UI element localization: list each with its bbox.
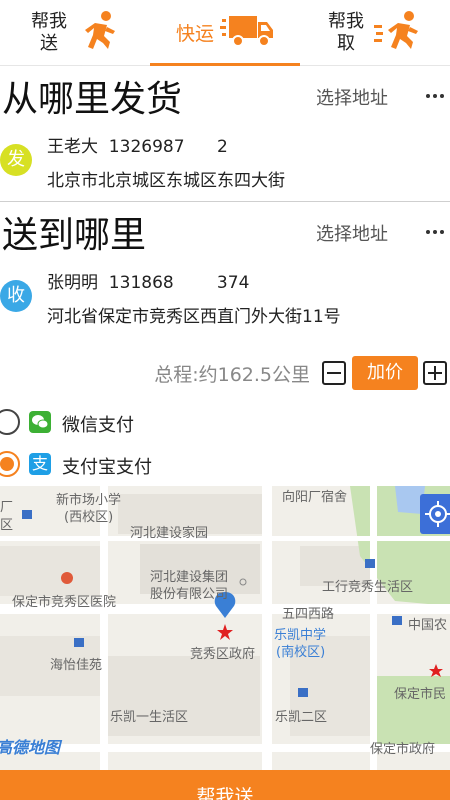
map-label: 海怡佳苑 (50, 658, 103, 673)
tab-express[interactable]: 快运 (150, 0, 300, 66)
destination-title: 送到哪里 (2, 215, 147, 256)
map-label: 中国农 (408, 618, 448, 633)
wechat-icon (29, 411, 51, 433)
payment-option-alipay[interactable]: 支 支付宝支付 (0, 447, 450, 481)
add-price-button[interactable]: 加价 (352, 356, 418, 390)
crosshair-icon (425, 501, 450, 527)
submit-button-label: 帮我送 (196, 786, 254, 800)
map-label: 乐凯一生活区 (110, 710, 189, 725)
tab-help-send[interactable]: 帮我送 (0, 0, 150, 65)
tab-express-label: 快运 (175, 23, 214, 45)
destination-header: 送到哪里 选择地址 (0, 204, 450, 256)
map-label: 五四西路 (282, 607, 335, 622)
truck-icon (220, 13, 274, 53)
origin-header: 从哪里发货 选择地址 (0, 68, 450, 120)
section-divider (0, 201, 450, 202)
alipay-icon: 支 (29, 453, 51, 475)
amap-logo: 高德地图 (0, 738, 61, 757)
map-label: 厂 (0, 500, 14, 515)
map-label: (西校区) (64, 510, 114, 525)
map-label: 区 (0, 518, 14, 533)
wechat-pay-label: 微信支付 (62, 415, 134, 436)
more-icon[interactable] (426, 230, 444, 236)
payment-option-wechat[interactable]: 微信支付 (0, 405, 450, 439)
more-icon[interactable] (426, 94, 444, 100)
destination-contact-name: 张明明 131868 374 (47, 273, 250, 293)
destination-contact[interactable]: 收 张明明 131868 374 河北省保定市竞秀区西直门外大街11号 (0, 268, 450, 338)
origin-contact-address: 北京市北京城区东城区东四大街 (47, 171, 285, 191)
map-label: 工行竞秀生活区 (322, 580, 414, 595)
tab-help-pickup[interactable]: 帮我取 (300, 0, 450, 65)
send-badge: 发 (0, 144, 32, 176)
origin-select-address-link[interactable]: 选择地址 (316, 84, 388, 110)
map-label: (南校区) (276, 645, 326, 660)
map-label: 向阳厂宿舍 (282, 490, 348, 505)
origin-contact-name: 王老大 1326987 2 (47, 137, 228, 157)
destination-select-address-link[interactable]: 选择地址 (316, 220, 388, 246)
alipay-radio[interactable] (0, 451, 20, 477)
origin-contact[interactable]: 发 王老大 1326987 2 北京市北京城区东城区东四大街 (0, 132, 450, 202)
running-man-icon (77, 9, 121, 57)
map-label: 乐凯二区 (275, 710, 328, 725)
tab-help-send-label: 帮我送 (31, 10, 67, 54)
route-map[interactable]: 向阳厂宿舍 新市场小学 (西校区) 厂 区 河北建设家园 河北建设集团 股份有限… (0, 486, 450, 770)
decrease-price-button[interactable] (322, 361, 346, 385)
distance-price-row: 总程:约162.5公里 加价 (0, 356, 450, 390)
total-distance: 总程:约162.5公里 (154, 364, 310, 386)
map-label: 保定市政府 (370, 742, 436, 757)
tab-help-pickup-label: 帮我取 (328, 10, 364, 54)
running-man-fast-icon (374, 9, 424, 57)
receive-badge: 收 (0, 280, 32, 312)
origin-title: 从哪里发货 (2, 79, 183, 120)
destination-contact-address: 河北省保定市竞秀区西直门外大街11号 (47, 307, 341, 327)
increase-price-button[interactable] (423, 361, 447, 385)
top-tab-bar: 帮我送 快运 帮我取 (0, 0, 450, 66)
map-label: 保定市竞秀区医院 (12, 595, 117, 610)
map-canvas (0, 486, 450, 770)
map-label: 竞秀区政府 (190, 647, 256, 662)
map-label: 股份有限公司 (150, 587, 229, 602)
alipay-pay-label: 支付宝支付 (62, 457, 152, 478)
map-label: 河北建设家园 (130, 526, 209, 541)
wechat-radio[interactable] (0, 409, 20, 435)
locate-button[interactable] (420, 494, 450, 534)
submit-help-send-button[interactable]: 帮我送 (0, 770, 450, 800)
map-label: 保定市民 (394, 687, 447, 702)
